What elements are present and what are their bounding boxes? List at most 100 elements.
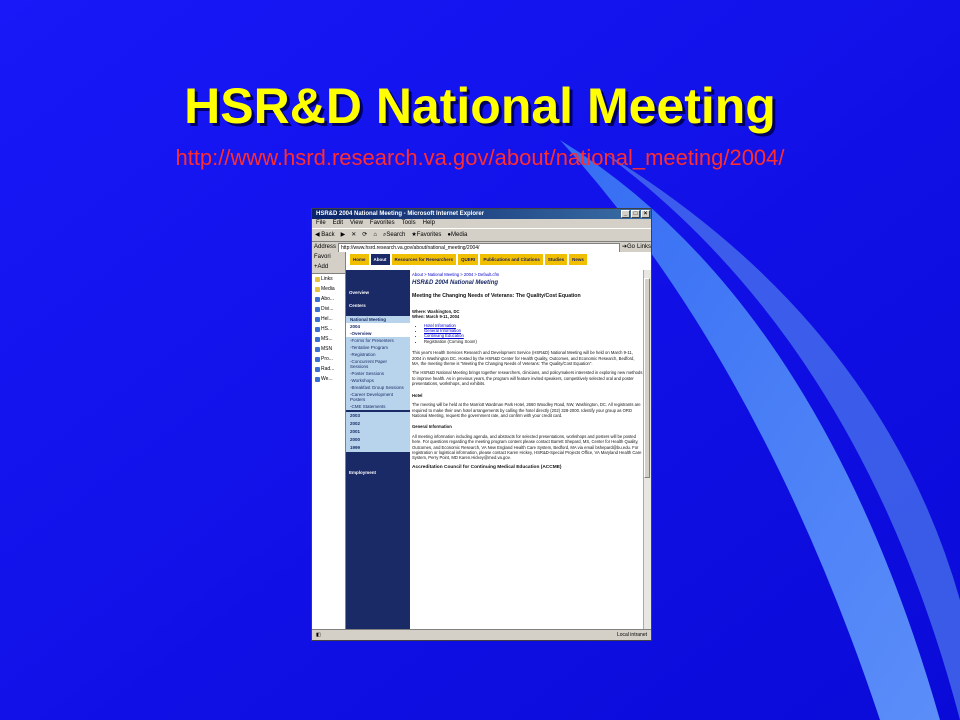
close-button[interactable]: × <box>641 210 650 218</box>
page-icon <box>315 346 320 352</box>
nav-centers[interactable]: Centers <box>346 299 410 312</box>
page-icon <box>315 306 320 312</box>
maximize-button[interactable]: □ <box>631 210 640 218</box>
nav-sub-item[interactable]: -Registration <box>346 351 410 358</box>
menu-view[interactable]: View <box>350 219 363 228</box>
browser-main: Favori +Add Links Media Abo... Divi... H… <box>312 252 651 630</box>
menu-favorites[interactable]: Favorites <box>370 219 395 228</box>
nav-sub-overview[interactable]: -Overview <box>346 330 410 337</box>
slide-title: HSR&D National Meeting <box>184 78 776 134</box>
menu-help[interactable]: Help <box>423 219 435 228</box>
browser-window: HSR&D 2004 National Meeting - Microsoft … <box>311 208 652 641</box>
favorites-button[interactable]: ★Favorites <box>411 229 441 241</box>
left-nav: Overview Centers National Meeting 2004 -… <box>346 270 410 630</box>
nav-year-item[interactable]: 2001 <box>346 428 410 436</box>
nav-sub-item[interactable]: -Forms for Presenters <box>346 337 410 344</box>
info-links: Hotel Information General Information Co… <box>424 323 643 345</box>
media-button[interactable]: ●Media <box>447 229 467 241</box>
nav-years: 2003 2002 2001 2000 1999 <box>346 412 410 452</box>
tab-about[interactable]: About <box>370 254 390 265</box>
menu-file[interactable]: File <box>316 219 326 228</box>
page-subheading: Meeting the Changing Needs of Veterans: … <box>412 292 581 299</box>
window-titlebar: HSR&D 2004 National Meeting - Microsoft … <box>312 209 651 219</box>
nav-sub-item[interactable]: -Concurrent Paper Sessions <box>346 358 410 370</box>
favorite-item[interactable]: Rad... <box>312 364 345 374</box>
tab-home[interactable]: Home <box>350 254 369 265</box>
meeting-when: When: March 9-11, 2004 <box>412 314 460 320</box>
nav-year-item[interactable]: 2000 <box>346 436 410 444</box>
nav-overview[interactable]: Overview <box>346 286 410 299</box>
forward-icon[interactable]: ▶ <box>341 229 346 241</box>
back-arrow-icon: ◀ <box>315 232 320 238</box>
favorites-add-button[interactable]: +Add <box>312 262 345 274</box>
favorite-item[interactable]: Links <box>312 274 345 284</box>
page-icon <box>315 326 320 332</box>
page-content: About > National Meeting > 2004 > Defaul… <box>412 272 643 630</box>
favorite-item[interactable]: Hel... <box>312 314 345 324</box>
general-paragraph: All meeting information including agenda… <box>412 433 642 461</box>
page-scrollbar[interactable] <box>643 270 651 630</box>
status-bar: ◧ Local intranet <box>312 629 651 640</box>
hotel-paragraph: The meeting will be held at the Marriott… <box>412 402 641 418</box>
favorites-pane: Favori +Add Links Media Abo... Divi... H… <box>312 252 346 630</box>
status-done-icon: ◧ <box>316 632 321 638</box>
nav-employment[interactable]: Employment <box>346 466 410 479</box>
hotel-heading: Hotel <box>412 392 423 398</box>
refresh-icon[interactable]: ⟳ <box>362 229 367 241</box>
menu-bar: File Edit View Favorites Tools Help <box>312 219 651 228</box>
tab-publications[interactable]: Publications and Citations <box>480 254 543 265</box>
favorite-item[interactable]: Pro... <box>312 354 345 364</box>
nav-year-2004[interactable]: 2004 <box>346 323 410 330</box>
favorite-item[interactable]: Abo... <box>312 294 345 304</box>
nav-sub-item[interactable]: -CME Statements <box>346 403 410 410</box>
nav-year-item[interactable]: 2002 <box>346 420 410 428</box>
stop-icon[interactable]: ✕ <box>351 229 356 241</box>
nav-year-item[interactable]: 1999 <box>346 444 410 452</box>
toolbar: ◀ Back ▶ ✕ ⟳ ⌂ ⌕Search ★Favorites ●Media <box>312 228 651 242</box>
back-button[interactable]: ◀ Back <box>315 229 335 241</box>
window-title: HSR&D 2004 National Meeting - Microsoft … <box>316 211 485 217</box>
tab-queri[interactable]: QUERI <box>458 254 479 265</box>
favorite-item[interactable]: MSN <box>312 344 345 354</box>
folder-icon <box>315 276 320 282</box>
status-zone: Local intranet <box>616 632 647 638</box>
nav-national-meeting[interactable]: National Meeting <box>346 316 410 323</box>
general-heading: General Information <box>412 424 452 430</box>
nav-sub-item[interactable]: -Poster Sessions <box>346 370 410 377</box>
favorite-item[interactable]: Divi... <box>312 304 345 314</box>
breadcrumb[interactable]: About > National Meeting > 2004 > Defaul… <box>412 272 643 277</box>
favorite-item[interactable]: We... <box>312 374 345 384</box>
page-icon <box>315 296 320 302</box>
menu-tools[interactable]: Tools <box>402 219 416 228</box>
page-icon <box>315 316 320 322</box>
nav-national-meeting-group: National Meeting 2004 -Overview -Forms f… <box>346 316 410 410</box>
tab-studies[interactable]: Studies <box>544 254 568 265</box>
folder-icon <box>315 286 320 292</box>
menu-edit[interactable]: Edit <box>333 219 343 228</box>
page-icon <box>315 366 320 372</box>
favorites-header: Favori <box>312 252 345 262</box>
intro-paragraph: This year's Health Services Research and… <box>412 350 635 367</box>
site-tabs: Home About Resources for Researchers QUE… <box>346 252 651 268</box>
home-icon[interactable]: ⌂ <box>373 229 377 241</box>
nav-sub-item[interactable]: -Tentative Program <box>346 344 410 351</box>
nav-year-item[interactable]: 2003 <box>346 412 410 420</box>
address-input[interactable]: http://www.hsrd.research.va.gov/about/na… <box>338 242 620 253</box>
page-heading: HSR&D 2004 National Meeting <box>412 280 499 287</box>
favorite-item[interactable]: MS... <box>312 334 345 344</box>
nav-sub-item[interactable]: -Breakfast Group Sessions <box>346 384 410 391</box>
page-icon <box>315 356 320 362</box>
favorite-item[interactable]: Media <box>312 284 345 294</box>
accme-heading: Accreditation Council for Continuing Med… <box>412 464 562 470</box>
nav-sub-item[interactable]: -Career Development Posters <box>346 391 410 403</box>
favorite-item[interactable]: HS... <box>312 324 345 334</box>
scrollbar-thumb[interactable] <box>644 278 650 478</box>
minimize-button[interactable]: _ <box>621 210 630 218</box>
tab-news[interactable]: News <box>569 254 587 265</box>
page-icon <box>315 336 320 342</box>
web-page: Home About Resources for Researchers QUE… <box>346 252 651 630</box>
slide-url[interactable]: http://www.hsrd.research.va.gov/about/na… <box>0 145 960 171</box>
search-button[interactable]: ⌕Search <box>383 229 405 241</box>
nav-sub-item[interactable]: -Workshops <box>346 377 410 384</box>
tab-resources[interactable]: Resources for Researchers <box>391 254 457 265</box>
